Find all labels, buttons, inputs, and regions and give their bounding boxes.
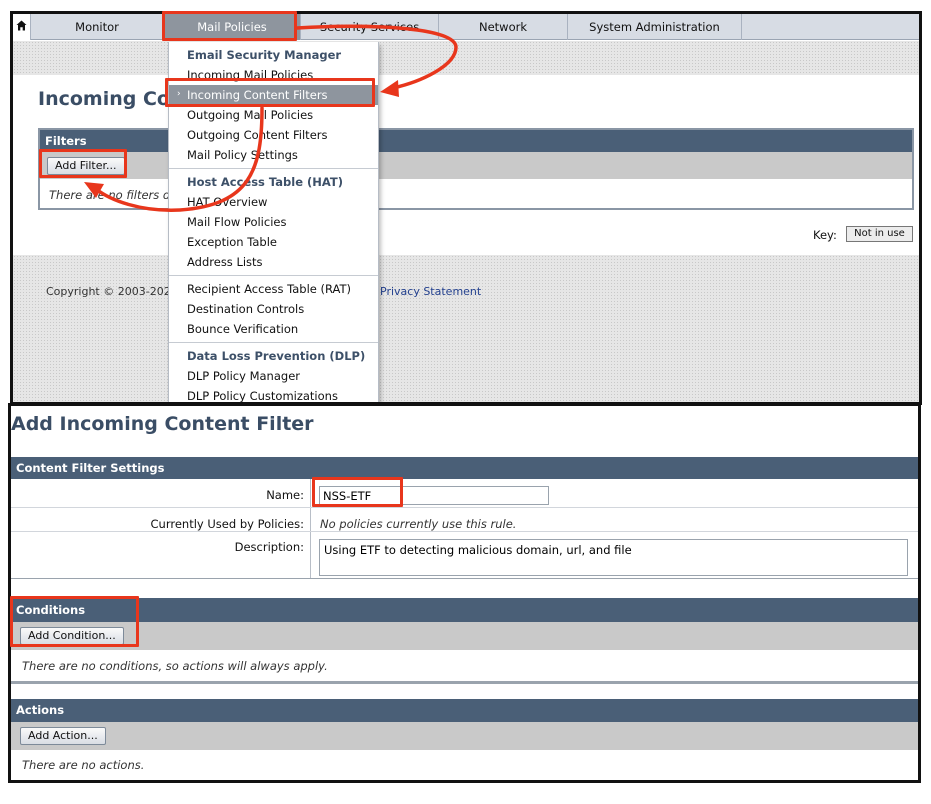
arrowhead-icon bbox=[84, 182, 104, 198]
arrowhead-icon bbox=[380, 80, 399, 97]
annotation-arrows bbox=[84, 24, 458, 212]
arrow-menu-item-to-add-filter bbox=[94, 106, 264, 212]
arrow-tab-to-menu-item bbox=[295, 24, 458, 90]
